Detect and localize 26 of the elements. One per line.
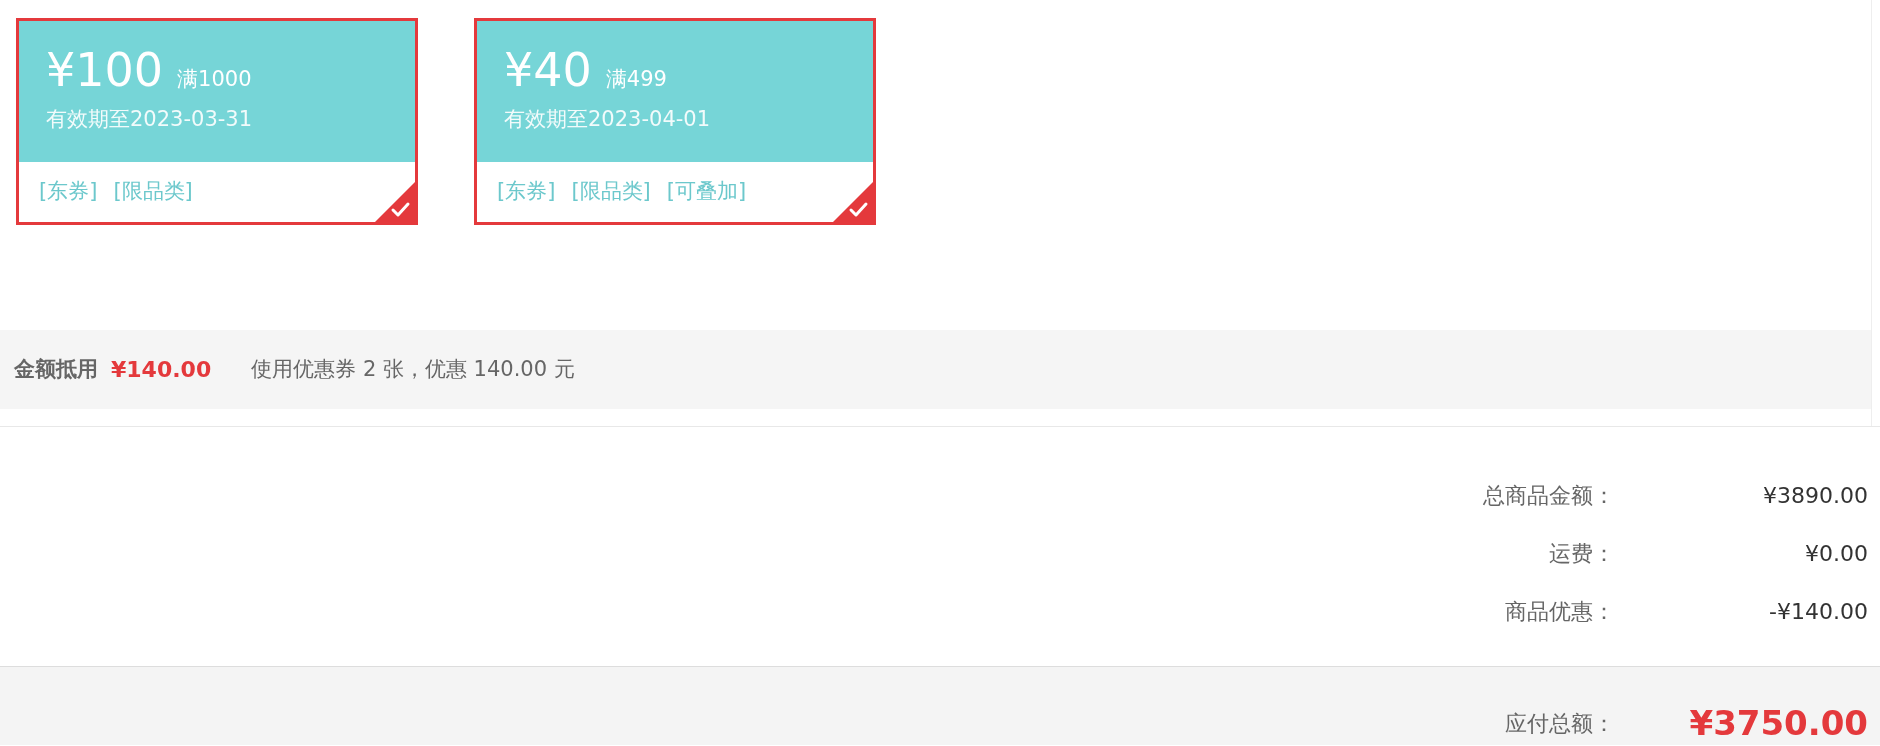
payable-amount: ¥3750.00	[1689, 706, 1868, 740]
coupon-amount: ¥100	[46, 47, 164, 93]
total-label: 总商品金额：	[1483, 481, 1615, 510]
payable-label: 应付总额：	[1505, 709, 1615, 738]
coupon-threshold: 满499	[605, 66, 667, 93]
total-value: ¥3890.00	[1763, 481, 1868, 510]
discount-summary: 使用优惠券 2 张，优惠 140.00 元	[251, 355, 575, 383]
coupon-card[interactable]: ¥100 满1000 有效期至2023-03-31 [东券] [限品类]	[16, 18, 418, 225]
coupon-threshold: 满1000	[177, 66, 252, 93]
coupon-tag: [东券]	[497, 176, 556, 208]
total-label: 运费：	[1549, 539, 1615, 568]
discount-label: 金额抵用	[14, 355, 98, 383]
total-value: ¥0.00	[1805, 539, 1868, 568]
coupon-validity: 有效期至2023-03-31	[46, 105, 253, 133]
coupon-validity: 有效期至2023-04-01	[504, 105, 711, 133]
coupon-tag: [可叠加]	[666, 176, 747, 208]
discount-amount: ¥140.00	[111, 356, 212, 384]
selected-check-icon	[833, 182, 873, 222]
coupon-tag: [限品类]	[113, 176, 193, 208]
coupon-tag: [东券]	[39, 176, 98, 208]
coupon-tag: [限品类]	[571, 176, 651, 208]
selected-check-icon	[375, 182, 415, 222]
total-label: 商品优惠：	[1505, 597, 1615, 626]
total-value: -¥140.00	[1769, 597, 1868, 626]
coupon-card[interactable]: ¥40 满499 有效期至2023-04-01 [东券] [限品类] [可叠加]	[474, 18, 876, 225]
coupon-amount: ¥40	[504, 47, 592, 93]
